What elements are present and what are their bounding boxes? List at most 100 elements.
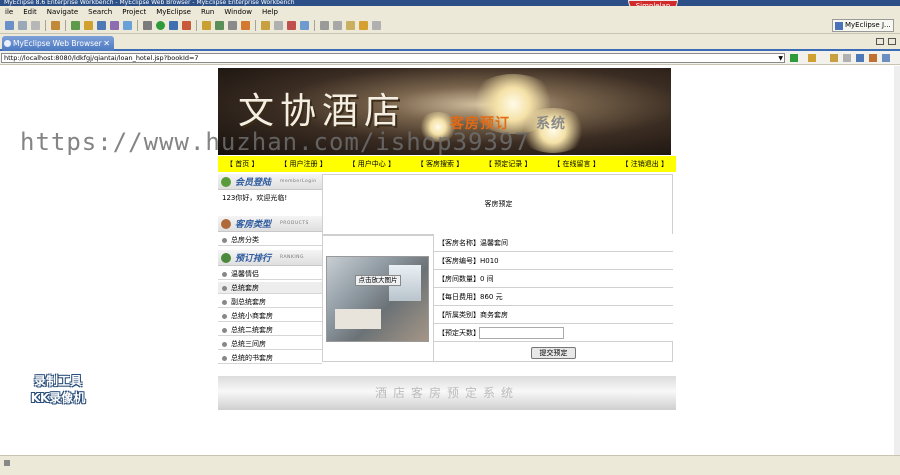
toolbar-separator [196,19,197,31]
list-item[interactable]: 总统三间房 [218,338,322,350]
booking-rank-title: 预订排行 [235,254,272,264]
bullet-icon [222,355,227,361]
last-edit-icon[interactable] [346,20,355,30]
enlarge-caption[interactable]: 点击放大图片 [355,275,401,286]
tab-web-browser[interactable]: MyEclipse Web Browser ✕ [2,36,114,51]
list-item[interactable]: 总统的书套房 [218,352,322,364]
bullet-icon [222,271,227,277]
bullet-icon [222,313,227,319]
print-icon[interactable] [31,20,40,30]
package-icon[interactable] [51,20,60,30]
wizard-icon[interactable] [97,20,106,30]
menu-navigate[interactable]: Navigate [42,8,83,16]
nav-user-center[interactable]: 【 用户中心 】 [349,159,395,169]
nav-guestbook[interactable]: 【 在线留言 】 [553,159,599,169]
run-icon[interactable] [156,20,165,30]
menu-search[interactable]: Search [83,8,117,16]
menu-file[interactable]: ile [0,8,18,16]
member-icon [221,177,231,187]
bookmark-icon[interactable] [287,20,296,30]
new-class-icon[interactable] [202,20,211,30]
annotation-icon[interactable] [320,20,329,30]
list-item-label: 总统套房 [231,284,259,292]
site-nav: 【 首页 】 【 用户注册 】 【 用户中心 】 【 客房搜索 】 【 预定记录… [218,156,676,172]
nav-booking-records[interactable]: 【 预定记录 】 [485,159,531,169]
perspective-switcher[interactable]: MyEclipse J... [832,19,894,32]
next-annotation-icon[interactable] [333,20,342,30]
nav-logout[interactable]: 【 注销退出 】 [622,159,668,169]
browser-icon[interactable] [123,20,132,30]
list-item[interactable]: 总统小商套房 [218,310,322,322]
menu-help[interactable]: Help [257,8,283,16]
list-item-label: 总统小商套房 [231,312,273,320]
days-label: 【预定天数】 [438,329,480,337]
list-item[interactable]: 总统套房 [218,282,322,294]
room-type-icon [221,219,231,229]
toolbar-separator [45,19,46,31]
back-icon[interactable] [359,20,368,30]
deploy-icon[interactable] [84,20,93,30]
nav-register[interactable]: 【 用户注册 】 [280,159,326,169]
menu-myeclipse[interactable]: MyEclipse [151,8,196,16]
debug-icon[interactable] [169,20,178,30]
booking-days-input[interactable] [479,327,564,339]
nav-room-search[interactable]: 【 客房搜索 】 [417,159,463,169]
toolbar-separator [137,19,138,31]
maximize-icon[interactable] [888,38,896,45]
go-icon[interactable] [790,54,798,62]
forward-icon[interactable] [372,20,381,30]
bullet-icon [222,327,227,333]
settings-icon[interactable] [143,20,152,30]
folder-icon[interactable] [261,20,270,30]
member-login-title: 会员登陆 [235,178,272,188]
task-icon[interactable] [300,20,309,30]
sidebar-item-room-category[interactable]: 总房分类 [218,234,322,246]
db-icon[interactable] [110,20,119,30]
menu-window[interactable]: Window [219,8,257,16]
pen-icon[interactable] [274,20,283,30]
close-icon[interactable]: ✕ [103,36,110,51]
list-item-label: 总统的书套房 [231,354,273,362]
url-input[interactable]: http://localhost:8080/ldkfgj/qiantai/loa… [1,53,785,63]
bullet-icon [222,299,227,305]
room-photo[interactable]: 点击放大图片 [326,256,429,342]
settings-icon[interactable] [808,54,816,62]
room-types-header: 客房类型 PRODUCTS [218,216,322,232]
list-item[interactable]: 温馨情侣 [218,268,322,280]
nav-home[interactable]: 【 首页 】 [226,159,258,169]
page-title: 客房预定 [484,200,513,208]
open-type-icon[interactable] [228,20,237,30]
menu-project[interactable]: Project [117,8,151,16]
minimize-icon[interactable] [876,38,884,45]
menu-edit[interactable]: Edit [18,8,42,16]
forward-icon[interactable] [843,54,851,62]
submit-booking-button[interactable]: 提交预定 [531,347,576,359]
list-item[interactable]: 总统二统套房 [218,324,322,336]
detail-daily-fee: 【每日费用】860 元 [434,288,673,306]
room-details: 【客房名称】温馨套间 【客房编号】H010 【房间数量】0 间 【每日费用】86… [434,234,673,342]
search-icon[interactable] [241,20,250,30]
bullet-icon [222,285,227,291]
editor-tab-row: MyEclipse Web Browser ✕ [0,34,900,51]
stop-icon[interactable] [869,54,877,62]
save-icon[interactable] [18,20,27,30]
toolbar-separator [65,19,66,31]
new-package-icon[interactable] [215,20,224,30]
home-icon[interactable] [882,54,890,62]
rank-icon [221,253,231,263]
external-tools-icon[interactable] [182,20,191,30]
list-item[interactable]: 副总统套房 [218,296,322,308]
main-toolbar [0,17,900,34]
perspective-icon [835,22,843,30]
server-icon[interactable] [71,20,80,30]
chevron-down-icon[interactable]: ▼ [778,54,783,63]
back-icon[interactable] [830,54,838,62]
new-icon[interactable] [5,20,14,30]
refresh-icon[interactable] [856,54,864,62]
browser-address-row: http://localhost:8080/ldkfgj/qiantai/loa… [0,51,900,65]
menu-run[interactable]: Run [196,8,219,16]
detail-room-number: 【客房编号】H010 [434,252,673,270]
site-footer: 酒店客房预定系统 [218,376,676,410]
watermark-text: https://www.huzhan.com/ishop39397 [20,128,530,156]
vertical-scrollbar[interactable] [894,66,900,455]
